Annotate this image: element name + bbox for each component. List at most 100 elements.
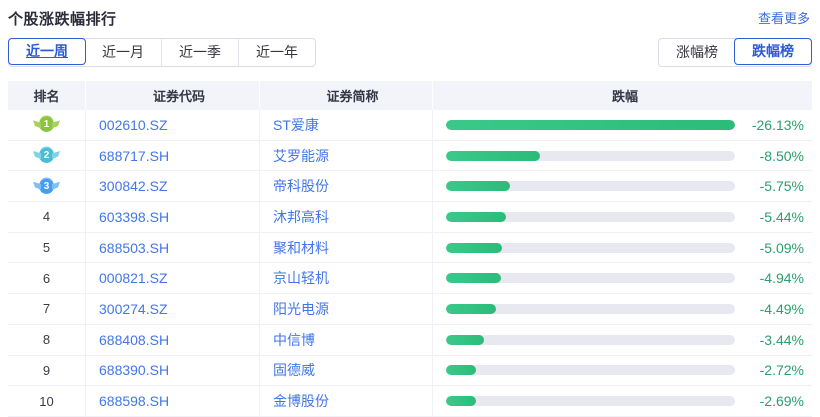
table-row: 9 688390.SH 固德威 -2.72% bbox=[8, 356, 812, 387]
name-cell: 金博股份 bbox=[259, 386, 432, 416]
drop-bar-track bbox=[446, 151, 735, 161]
drop-percent-value: -4.49% bbox=[760, 301, 804, 317]
drop-percent-value: -5.75% bbox=[760, 178, 804, 194]
name-cell: 帝科股份 bbox=[259, 171, 432, 201]
drop-bar-fill bbox=[446, 396, 476, 406]
rank-cell: 4 bbox=[8, 202, 85, 232]
code-cell: 603398.SH bbox=[85, 202, 259, 232]
drop-bar-track bbox=[446, 365, 735, 375]
stock-name-link[interactable]: ST爱康 bbox=[273, 115, 319, 135]
drop-percent-value: -2.72% bbox=[760, 362, 804, 378]
drop-cell: -5.75% bbox=[432, 171, 812, 201]
stock-code-link[interactable]: 688408.SH bbox=[99, 332, 169, 348]
period-tab-group: 近一周 近一月 近一季 近一年 bbox=[8, 38, 316, 67]
tab-period-week[interactable]: 近一周 bbox=[8, 38, 86, 65]
stock-code-link[interactable]: 002610.SZ bbox=[99, 117, 168, 133]
name-cell: 聚和材料 bbox=[259, 233, 432, 263]
page-title: 个股涨跌幅排行 bbox=[8, 8, 117, 29]
stock-name-link[interactable]: 艾罗能源 bbox=[273, 146, 329, 166]
column-header-drop: 跌幅 bbox=[432, 81, 812, 110]
drop-bar-fill bbox=[446, 243, 502, 253]
table-row: 8 688408.SH 中信博 -3.44% bbox=[8, 325, 812, 356]
stock-name-link[interactable]: 中信博 bbox=[273, 330, 315, 350]
drop-bar-track bbox=[446, 212, 735, 222]
tab-losers-board[interactable]: 跌幅榜 bbox=[734, 38, 812, 65]
board-tab-group: 涨幅榜 跌幅榜 bbox=[658, 38, 812, 67]
rank-number: 9 bbox=[43, 363, 50, 378]
table-row: 3 300842.SZ 帝科股份 -5.75% bbox=[8, 171, 812, 202]
name-cell: 京山轻机 bbox=[259, 263, 432, 293]
stock-name-link[interactable]: 阳光电源 bbox=[273, 299, 329, 319]
table-row: 4 603398.SH 沐邦高科 -5.44% bbox=[8, 202, 812, 233]
stock-name-link[interactable]: 固德威 bbox=[273, 360, 315, 380]
table-body: 1 002610.SZ ST爱康 -26.13% 2 688717.SH 艾罗能… bbox=[8, 110, 812, 417]
stock-code-link[interactable]: 000821.SZ bbox=[99, 270, 168, 286]
drop-cell: -5.44% bbox=[432, 202, 812, 232]
name-cell: ST爱康 bbox=[259, 110, 432, 140]
stock-name-link[interactable]: 京山轻机 bbox=[273, 268, 329, 288]
tab-period-year[interactable]: 近一年 bbox=[238, 39, 315, 66]
tab-period-quarter[interactable]: 近一季 bbox=[161, 39, 238, 66]
name-cell: 艾罗能源 bbox=[259, 141, 432, 171]
rank-medal-icon: 2 bbox=[39, 148, 54, 163]
stock-code-link[interactable]: 688390.SH bbox=[99, 362, 169, 378]
tab-period-month[interactable]: 近一月 bbox=[85, 39, 161, 66]
drop-cell: -2.69% bbox=[432, 386, 812, 416]
widget-header: 个股涨跌幅排行 查看更多 bbox=[0, 0, 820, 29]
column-header-rank: 排名 bbox=[8, 81, 85, 110]
stock-code-link[interactable]: 603398.SH bbox=[99, 209, 169, 225]
stock-code-link[interactable]: 688598.SH bbox=[99, 393, 169, 409]
code-cell: 300274.SZ bbox=[85, 294, 259, 324]
stock-name-link[interactable]: 金博股份 bbox=[273, 391, 329, 411]
table-header-row: 排名 证券代码 证券简称 跌幅 bbox=[8, 81, 812, 110]
stock-code-link[interactable]: 688503.SH bbox=[99, 240, 169, 256]
drop-percent-value: -8.50% bbox=[760, 148, 804, 164]
drop-percent-value: -5.09% bbox=[760, 240, 804, 256]
stock-code-link[interactable]: 688717.SH bbox=[99, 148, 169, 164]
rank-cell: 7 bbox=[8, 294, 85, 324]
rank-number: 4 bbox=[43, 209, 50, 224]
table-row: 10 688598.SH 金博股份 -2.69% bbox=[8, 386, 812, 417]
drop-cell: -4.94% bbox=[432, 263, 812, 293]
drop-bar-track bbox=[446, 273, 735, 283]
rank-medal-icon: 3 bbox=[39, 179, 54, 194]
name-cell: 中信博 bbox=[259, 325, 432, 355]
rank-cell: 3 bbox=[8, 171, 85, 201]
rank-cell: 2 bbox=[8, 141, 85, 171]
drop-bar-track bbox=[446, 304, 735, 314]
stock-code-link[interactable]: 300274.SZ bbox=[99, 301, 168, 317]
name-cell: 阳光电源 bbox=[259, 294, 432, 324]
stock-ranking-widget: 个股涨跌幅排行 查看更多 近一周 近一月 近一季 近一年 涨幅榜 跌幅榜 排名 … bbox=[0, 0, 820, 413]
stock-name-link[interactable]: 帝科股份 bbox=[273, 176, 329, 196]
drop-cell: -3.44% bbox=[432, 325, 812, 355]
drop-bar-track bbox=[446, 120, 735, 130]
rank-cell: 6 bbox=[8, 263, 85, 293]
stock-name-link[interactable]: 聚和材料 bbox=[273, 238, 329, 258]
drop-bar-fill bbox=[446, 273, 501, 283]
tab-gainers-board[interactable]: 涨幅榜 bbox=[659, 39, 735, 66]
tabs-bar: 近一周 近一月 近一季 近一年 涨幅榜 跌幅榜 bbox=[0, 38, 820, 67]
table-row: 6 000821.SZ 京山轻机 -4.94% bbox=[8, 263, 812, 294]
column-header-name: 证券简称 bbox=[259, 81, 432, 110]
stock-name-link[interactable]: 沐邦高科 bbox=[273, 207, 329, 227]
name-cell: 固德威 bbox=[259, 356, 432, 386]
column-header-code: 证券代码 bbox=[85, 81, 259, 110]
table-row: 7 300274.SZ 阳光电源 -4.49% bbox=[8, 294, 812, 325]
view-more-link[interactable]: 查看更多 bbox=[758, 8, 810, 27]
drop-cell: -4.49% bbox=[432, 294, 812, 324]
rank-cell: 8 bbox=[8, 325, 85, 355]
code-cell: 000821.SZ bbox=[85, 263, 259, 293]
rank-number: 8 bbox=[43, 332, 50, 347]
code-cell: 002610.SZ bbox=[85, 110, 259, 140]
rank-number: 6 bbox=[43, 271, 50, 286]
drop-cell: -5.09% bbox=[432, 233, 812, 263]
drop-percent-value: -3.44% bbox=[760, 332, 804, 348]
table-row: 1 002610.SZ ST爱康 -26.13% bbox=[8, 110, 812, 141]
drop-bar-track bbox=[446, 181, 735, 191]
rank-number: 10 bbox=[39, 394, 53, 409]
code-cell: 688717.SH bbox=[85, 141, 259, 171]
rank-cell: 9 bbox=[8, 356, 85, 386]
rank-cell: 5 bbox=[8, 233, 85, 263]
stock-code-link[interactable]: 300842.SZ bbox=[99, 178, 168, 194]
code-cell: 688408.SH bbox=[85, 325, 259, 355]
